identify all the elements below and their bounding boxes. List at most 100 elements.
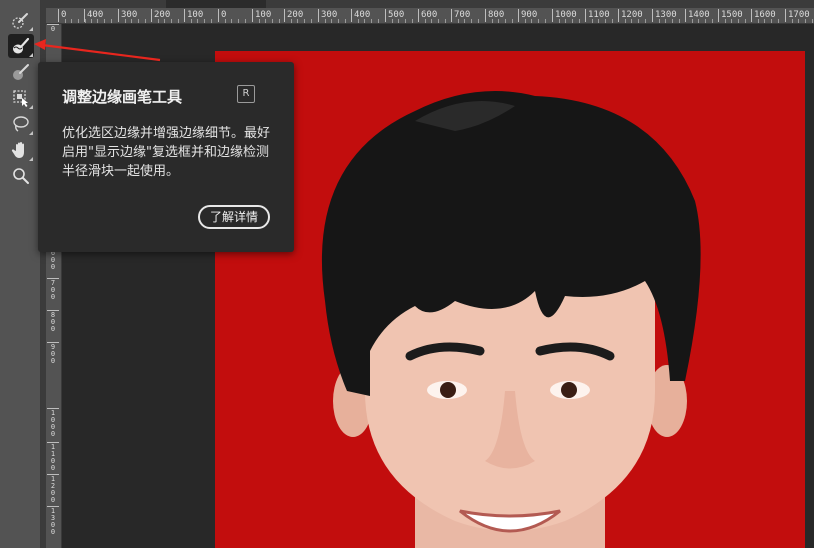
ruler-tick [157,19,159,23]
ruler-tick [598,19,600,23]
refine-edge-brush-icon [13,37,30,54]
ruler-tick [371,19,373,23]
ruler-tick [258,19,260,23]
horizontal-ruler[interactable]: 0 400 300 200 100 0 100 200 300 400 500 600 700 800 90… [46,0,814,24]
hand-tool[interactable] [8,138,34,162]
scroll-thumb[interactable] [166,0,266,8]
ruler-tick [278,19,280,23]
ruler-left-label: 1100 [47,442,59,472]
ruler-tick [698,19,700,23]
ruler-tick [391,19,393,23]
lasso-icon [13,116,29,132]
ruler-tick [244,19,246,23]
ruler-tick [691,19,693,23]
ruler-tick [498,19,500,23]
brush-tool[interactable] [8,60,34,84]
ruler-tick [324,19,326,23]
ruler-tick [678,19,680,23]
ruler-tick [331,19,333,23]
object-selection-icon [13,90,28,107]
ruler-tick [164,19,166,23]
ruler-tick [565,19,567,23]
ruler-tick [531,19,533,23]
ruler-tick [438,19,440,23]
ruler-tick [338,19,340,23]
ruler-tick [97,19,99,23]
zoom-tool[interactable] [8,164,34,188]
ruler-left-label: 1000 [47,408,59,438]
ruler-tick [471,19,473,23]
ruler-tick [705,19,707,23]
ruler-tick [405,19,407,23]
ruler-tick [611,19,613,23]
ruler-tick [605,19,607,23]
ruler-top-label: 300 [318,9,337,22]
ruler-tick [124,19,126,23]
ruler-tick [210,19,212,23]
learn-more-button[interactable]: 了解详情 [198,205,270,229]
object-selection-tool[interactable] [8,86,34,110]
ruler-tick [64,19,66,23]
ruler-left-label: 800 [47,310,59,333]
ruler-tick [377,19,379,23]
ruler-tick [805,19,807,23]
ruler-left-label: 1200 [47,474,59,504]
ruler-top-label: 600 [418,9,437,22]
ruler-tick [90,19,92,23]
ruler-tick [771,19,773,23]
ruler-tick [511,19,513,23]
ruler-tick [744,19,746,23]
tools-panel [0,0,41,548]
scroll-strip [46,0,814,8]
zoom-icon [13,168,29,184]
ruler-tick [665,19,667,23]
ruler-tick [204,19,206,23]
ruler-tick [764,19,766,23]
ruler-top-label: 800 [485,9,504,22]
ruler-tick [798,19,800,23]
ruler-tick [524,19,526,23]
quick-selection-tool[interactable] [8,8,34,32]
ruler-tick [297,19,299,23]
ruler-top-label: 400 [351,9,370,22]
ruler-tick [431,19,433,23]
ruler-tick [197,19,199,23]
ruler-tick [190,19,192,23]
ruler-tick [411,19,413,23]
ruler-tick [644,19,646,23]
ruler-tick [538,19,540,23]
tool-tooltip: 调整边缘画笔工具 R 优化选区边缘并增强边缘细节。最好启用"显示边缘"复选框并和… [38,62,294,252]
ruler-tick [731,19,733,23]
ruler-tick [477,19,479,23]
ruler-left-label: 1300 [47,506,59,536]
ruler-top-label: 300 [118,9,137,22]
ruler-tick [357,19,359,23]
ruler-tick [464,19,466,23]
ruler-tick [811,19,813,23]
ruler-tick [344,19,346,23]
ruler-tick [310,19,312,23]
ruler-tick [638,19,640,23]
ruler-tick [724,19,726,23]
ruler-tick [104,19,106,23]
ruler-top-label: 500 [385,9,404,22]
portrait-photo [215,51,805,548]
ruler-left-label: 900 [47,342,59,365]
ruler-left-label: 0 [47,24,59,33]
ruler-tick [777,19,779,23]
tooltip-description: 优化选区边缘并增强边缘细节。最好启用"显示边缘"复选框并和边缘检测半径滑块一起使… [62,126,271,179]
ruler-left-label: 700 [47,278,59,301]
ruler-tick [71,19,73,23]
ruler-top-label: 200 [284,9,303,22]
ruler-tick [444,19,446,23]
lasso-tool[interactable] [8,112,34,136]
brush-icon [13,64,29,80]
ruler-tick [177,19,179,23]
ruler-tick [238,19,240,23]
ruler-top-label: 100 [252,9,271,22]
ruler-tick [544,19,546,23]
refine-edge-brush-tool[interactable] [8,34,34,58]
ruler-top-label: 100 [184,9,203,22]
portrait-illustration [215,51,805,548]
ruler-tick [672,19,674,23]
